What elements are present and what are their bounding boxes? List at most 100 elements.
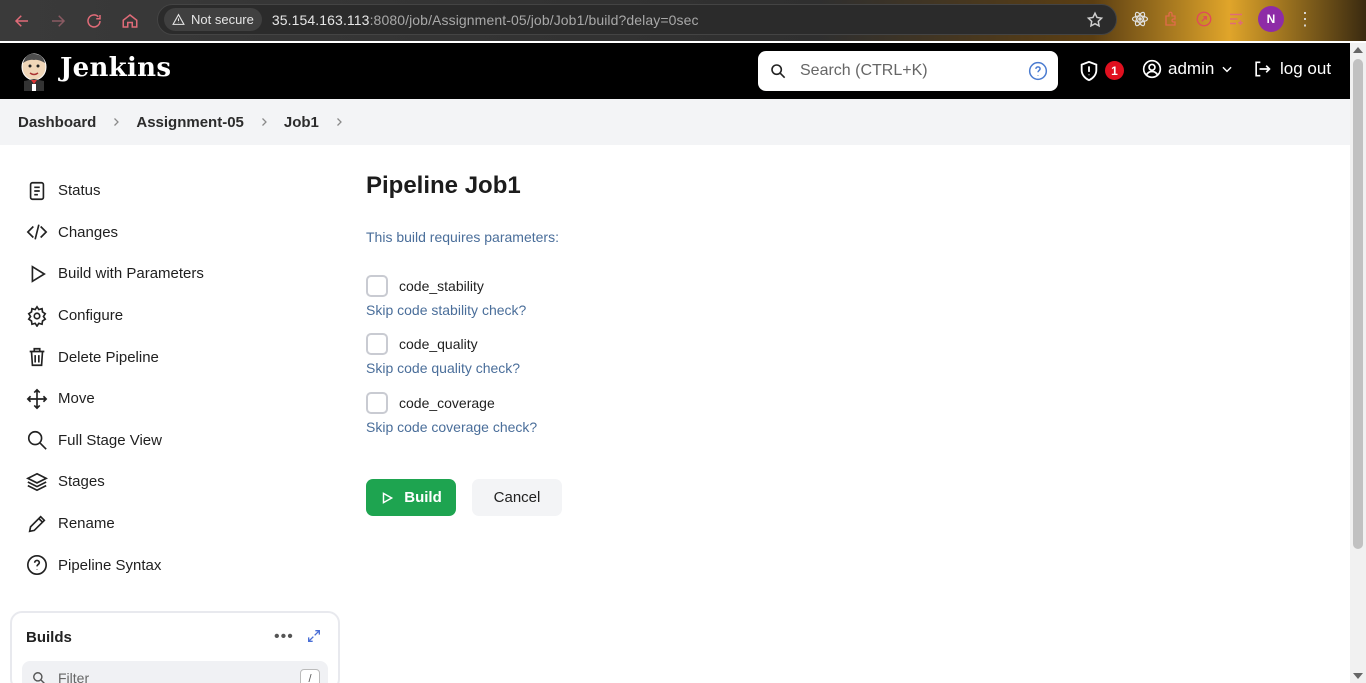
gear-icon	[27, 304, 47, 327]
sidebar-item-full-stage-view[interactable]: Full Stage View	[18, 420, 338, 462]
param-code-stability: code_stability Skip code stability check…	[366, 275, 526, 318]
sidebar-item-build-with-parameters[interactable]: Build with Parameters	[18, 253, 338, 295]
sidebar-item-configure[interactable]: Configure	[18, 295, 338, 337]
layers-icon	[26, 472, 48, 492]
address-bar[interactable]: Not secure 35.154.163.113:8080/job/Assig…	[157, 4, 1117, 35]
param-name: code_coverage	[399, 395, 495, 411]
param-code-coverage: code_coverage Skip code coverage check?	[366, 392, 537, 435]
breadcrumb-assignment[interactable]: Assignment-05	[136, 114, 244, 131]
scroll-up-arrow-icon[interactable]	[1353, 47, 1363, 53]
help-circle-icon	[27, 555, 47, 576]
expand-icon[interactable]	[306, 628, 322, 644]
more-options-icon[interactable]: •••	[274, 628, 294, 646]
search-icon	[33, 672, 45, 683]
chevron-right-icon[interactable]	[333, 116, 345, 128]
browser-toolbar: Not secure 35.154.163.113:8080/job/Assig…	[0, 0, 1366, 41]
chevron-right-icon	[110, 116, 122, 128]
reading-list-icon[interactable]	[1226, 9, 1246, 29]
search-icon	[771, 64, 786, 79]
filter-shortcut-key: /	[300, 669, 320, 683]
search-icon	[27, 431, 47, 451]
help-icon[interactable]	[1028, 61, 1048, 81]
warning-icon	[172, 13, 185, 25]
url-host: 35.154.163.113	[271, 11, 370, 28]
url-text: 35.154.163.113:8080/job/Assignment-05/jo…	[272, 12, 699, 28]
sidebar-item-label: Rename	[58, 515, 115, 533]
bookmark-star-icon[interactable]	[1086, 11, 1104, 29]
sidebar-item-move[interactable]: Move	[18, 378, 338, 420]
code-coverage-checkbox[interactable]	[366, 392, 388, 414]
logout-link[interactable]: log out	[1252, 59, 1331, 79]
jenkins-logo-icon[interactable]	[18, 51, 50, 91]
chevron-right-icon	[258, 116, 270, 128]
builds-filter-input[interactable]: Filter /	[22, 661, 328, 683]
home-icon	[122, 13, 138, 28]
sidebar-item-rename[interactable]: Rename	[18, 503, 338, 545]
code-stability-checkbox[interactable]	[366, 275, 388, 297]
back-button[interactable]	[4, 5, 40, 37]
arrow-right-icon	[52, 14, 66, 27]
move-icon	[26, 388, 48, 410]
builds-panel: Builds ••• Filter /	[10, 611, 340, 683]
cancel-button[interactable]: Cancel	[472, 479, 562, 516]
play-icon	[31, 265, 46, 283]
profile-avatar[interactable]: N	[1258, 6, 1284, 32]
reload-button[interactable]	[76, 5, 112, 37]
extension-puzzle-icon[interactable]	[1162, 9, 1182, 29]
home-button[interactable]	[112, 5, 148, 37]
jenkins-header: Jenkins 1 admin log out	[0, 43, 1350, 99]
sidebar-item-delete-pipeline[interactable]: Delete Pipeline	[18, 336, 338, 378]
sidebar-item-label: Changes	[58, 223, 119, 241]
param-name: code_stability	[399, 278, 484, 294]
param-description: Skip code stability check?	[366, 302, 527, 318]
search-box[interactable]	[758, 51, 1058, 91]
security-shield-icon[interactable]	[1078, 60, 1100, 82]
param-code-quality: code_quality Skip code quality check?	[366, 333, 520, 376]
rocket-extension-icon[interactable]	[1194, 9, 1214, 29]
user-name: admin	[1168, 59, 1215, 78]
logout-label: log out	[1280, 59, 1332, 78]
breadcrumb-job[interactable]: Job1	[284, 114, 319, 131]
sidebar: Status Changes Build with Parameters Con…	[18, 170, 338, 586]
build-button-label: Build	[404, 489, 442, 506]
sidebar-item-stages[interactable]: Stages	[18, 461, 338, 503]
logout-icon	[1255, 61, 1271, 77]
breadcrumb-dashboard[interactable]: Dashboard	[18, 114, 96, 131]
build-button[interactable]: Build	[366, 479, 456, 516]
page-title: Pipeline Job1	[366, 172, 521, 199]
filter-placeholder: Filter	[58, 670, 90, 683]
jenkins-brand-title[interactable]: Jenkins	[60, 53, 171, 83]
search-input[interactable]	[800, 62, 1020, 80]
page-scrollbar[interactable]	[1350, 43, 1366, 683]
user-icon	[1142, 59, 1162, 79]
sidebar-item-label: Build with Parameters	[58, 265, 204, 283]
param-name: code_quality	[399, 336, 478, 352]
builds-title: Builds	[26, 629, 72, 646]
sidebar-item-changes[interactable]: Changes	[18, 212, 338, 254]
sidebar-item-label: Configure	[58, 307, 124, 325]
browser-menu-icon[interactable]: ⋮	[1296, 9, 1314, 30]
scroll-thumb[interactable]	[1353, 59, 1363, 549]
security-indicator[interactable]: Not secure	[164, 8, 262, 31]
play-icon	[383, 491, 394, 504]
user-menu[interactable]: admin	[1142, 59, 1234, 79]
url-path: :8080/job/Assignment-05/job/Job1/build?d…	[369, 11, 699, 28]
forward-button[interactable]	[40, 5, 76, 37]
sidebar-item-status[interactable]: Status	[18, 170, 338, 212]
sidebar-item-pipeline-syntax[interactable]: Pipeline Syntax	[18, 544, 338, 586]
param-description: Skip code quality check?	[366, 360, 521, 376]
extensions-area: N ⋮	[1130, 6, 1314, 32]
sidebar-item-label: Delete Pipeline	[58, 348, 159, 366]
code-quality-checkbox[interactable]	[366, 333, 388, 355]
breadcrumb: Dashboard Assignment-05 Job1	[0, 99, 1350, 145]
document-icon	[29, 181, 45, 200]
chevron-down-icon	[1222, 66, 1232, 73]
trash-icon	[29, 348, 45, 367]
reload-icon	[87, 13, 101, 28]
sidebar-item-label: Status	[58, 182, 101, 200]
code-icon	[26, 224, 48, 240]
security-badge[interactable]: 1	[1105, 61, 1124, 80]
scroll-down-arrow-icon[interactable]	[1353, 673, 1363, 679]
react-devtools-icon[interactable]	[1130, 9, 1150, 29]
security-label: Not secure	[191, 12, 254, 27]
